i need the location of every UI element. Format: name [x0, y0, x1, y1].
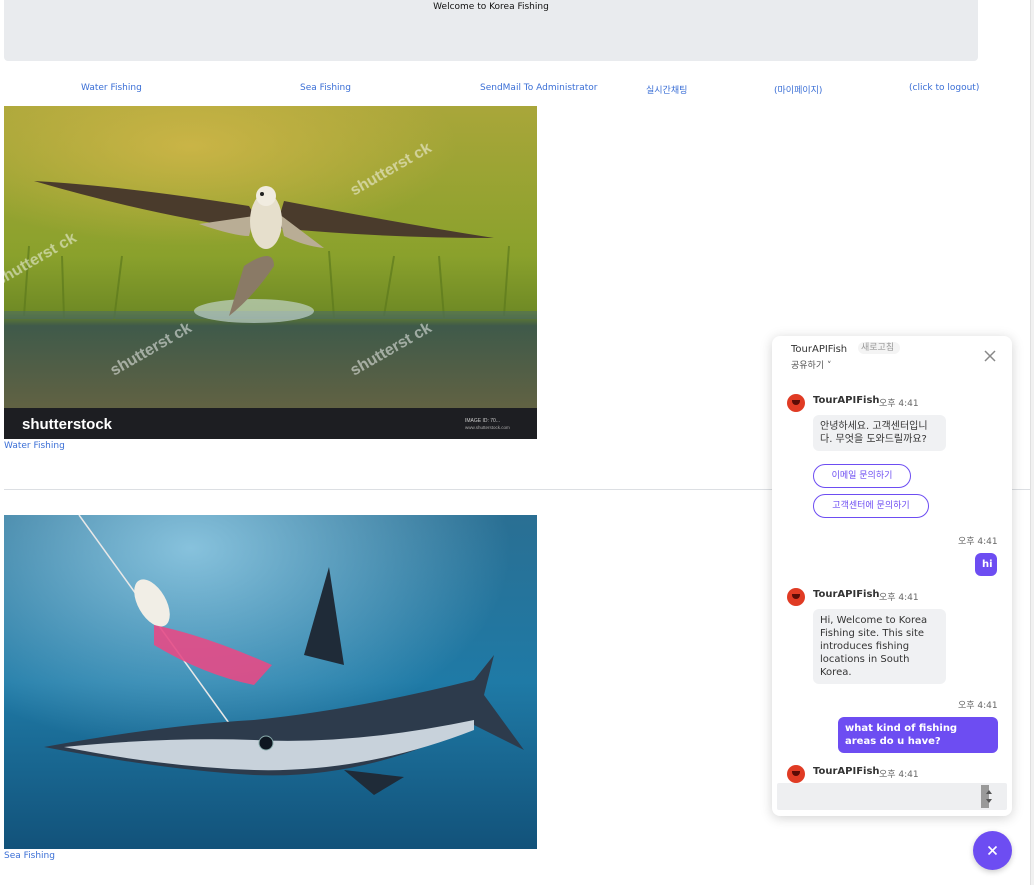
svg-text:IMAGE ID: 70...: IMAGE ID: 70... [465, 418, 500, 424]
close-icon [987, 845, 998, 856]
message-time: 오후 4:41 [879, 593, 919, 603]
chat-input-scrollbar[interactable] [980, 784, 992, 809]
message-time: 오후 4:41 [879, 399, 919, 409]
chat-refresh-button[interactable]: 새로고침 [858, 342, 900, 354]
page-title: Welcome to Korea Fishing [433, 2, 549, 12]
nav-mypage[interactable]: (마이페이지) [774, 83, 822, 96]
email-inquiry-button[interactable]: 이메일 문의하기 [813, 464, 911, 488]
bot-avatar-icon [787, 394, 805, 412]
message-sender: TourAPIFish [813, 589, 880, 600]
bot-avatar-icon [787, 765, 805, 783]
page-scrollbar[interactable] [1030, 0, 1034, 885]
water-fishing-image[interactable]: shutterstock IMAGE ID: 70... www.shutter… [4, 106, 537, 439]
user-message-bubble: what kind of fishing areas do u have? [838, 717, 998, 753]
nav-realtime-chat[interactable]: 실시간채팅 [646, 83, 687, 96]
sea-fishing-image[interactable] [4, 515, 537, 849]
svg-text:www.shutterstock.com: www.shutterstock.com [465, 425, 510, 430]
message-time: 오후 4:41 [958, 537, 998, 547]
customer-center-button[interactable]: 고객센터에 문의하기 [813, 494, 929, 518]
bot-message-bubble: 안녕하세요. 고객센터입니다. 무엇을 도와드릴까요? [813, 415, 946, 451]
water-fishing-caption[interactable]: Water Fishing [4, 441, 65, 451]
chat-message-input[interactable] [777, 783, 1007, 810]
message-sender: TourAPIFish [813, 766, 880, 777]
osprey-photo: shutterstock IMAGE ID: 70... www.shutter… [4, 106, 537, 439]
chat-toggle-button[interactable] [973, 831, 1012, 870]
sea-fishing-caption[interactable]: Sea Fishing [4, 851, 55, 861]
bot-avatar-icon [787, 588, 805, 606]
close-icon[interactable] [982, 348, 998, 364]
nav-sea-fishing[interactable]: Sea Fishing [300, 83, 351, 93]
shutterstock-logo: shutterstock [22, 416, 113, 433]
nav-water-fishing[interactable]: Water Fishing [81, 83, 142, 93]
welcome-banner: Welcome to Korea Fishing [4, 0, 978, 61]
chat-title: TourAPIFish [791, 344, 848, 355]
chat-share-button[interactable]: 공유하기 ˅ [791, 358, 831, 371]
message-time: 오후 4:41 [958, 701, 998, 711]
message-time: 오후 4:41 [879, 770, 919, 780]
nav-sendmail[interactable]: SendMail To Administrator [480, 83, 598, 93]
user-message-bubble: hi [975, 553, 997, 576]
chat-widget: TourAPIFish 공유하기 ˅ 새로고침 TourAPIFish 오후 4… [772, 336, 1012, 816]
nav-logout[interactable]: (click to logout) [909, 83, 979, 93]
message-sender: TourAPIFish [813, 395, 880, 406]
marlin-photo [4, 515, 537, 849]
bot-message-bubble: Hi, Welcome to Korea Fishing site. This … [813, 609, 946, 684]
